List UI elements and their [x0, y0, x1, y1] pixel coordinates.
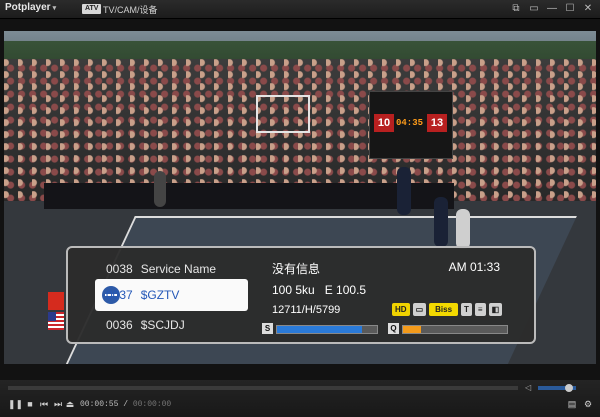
signal-strength-fill: [277, 326, 362, 333]
mini-mode-button[interactable]: ▭: [526, 1, 542, 16]
usa-flag-icon: [48, 312, 64, 330]
osd-clock: AM 01:33: [448, 260, 500, 274]
program-info: 没有信息: [272, 262, 321, 276]
stop-button[interactable]: ■: [24, 398, 36, 410]
service-tags: HD ▭ Biss T ≡ ◧: [392, 303, 503, 316]
video-player: [397, 167, 411, 215]
channel-osd: 0038 Service Name 0037 $GZTV 0036 $SCJDJ 没有…: [66, 246, 536, 344]
frequency-info: 100 5ku E 100.5: [272, 283, 367, 297]
subtitle-icon: ▭: [412, 303, 427, 316]
source-badge: ATV: [82, 4, 102, 14]
time-display: 00:00:55 / 00:00:00: [80, 400, 172, 409]
biss-badge: Biss: [429, 303, 459, 316]
volume-knob[interactable]: [565, 384, 573, 392]
hd-badge: HD: [392, 303, 410, 316]
lock-icon: ◧: [488, 303, 503, 316]
china-flag-icon: [48, 292, 64, 310]
app-name: Potplayer: [5, 2, 51, 13]
window-title: TV/CAM/设备: [103, 5, 158, 15]
transponder-info: 12711/H/5799: [272, 304, 341, 316]
video-backboard: [256, 95, 310, 133]
maximize-button[interactable]: ☐: [562, 1, 578, 16]
close-button[interactable]: ✕: [580, 1, 596, 16]
epg-icon: ≡: [474, 303, 486, 316]
signal-quality-bar: [402, 325, 508, 334]
settings-gear-icon[interactable]: ⚙: [582, 398, 594, 410]
video-player: [154, 171, 166, 207]
scoreboard-home: 10: [374, 114, 394, 132]
signal-strength-label: S: [262, 323, 273, 334]
scoreboard-clock: 04:35: [396, 118, 424, 128]
signal-quality-label: Q: [388, 323, 399, 334]
control-bar: ◁ ❚❚ ■ ⏮ ⏭ ⏏ 00:00:55 / 00:00:00 ▤ ⚙: [0, 380, 600, 417]
channel-item[interactable]: 0038 Service Name: [106, 256, 256, 282]
app-menu-button[interactable]: Potplayer ▾: [5, 2, 56, 13]
signal-strength-bar: [276, 325, 378, 334]
signal-quality-fill: [403, 326, 421, 333]
next-button[interactable]: ⏭: [52, 398, 64, 410]
channel-item-selected[interactable]: 0037 $GZTV: [106, 282, 256, 308]
playlist-button[interactable]: ▤: [566, 398, 578, 410]
pin-button[interactable]: ⧉: [508, 1, 524, 16]
video-sponsor-banner: [44, 183, 454, 209]
language-flags: [48, 292, 66, 330]
scoreboard-away: 13: [427, 114, 447, 132]
volume-icon[interactable]: ◁: [525, 383, 531, 392]
title-bar: Potplayer ▾ ATV TV/CAM/设备 ⧉ ▭ — ☐ ✕: [0, 0, 600, 19]
minimize-button[interactable]: —: [544, 1, 560, 16]
video-player: [434, 197, 448, 247]
video-player: [456, 209, 470, 249]
eject-button[interactable]: ⏏: [64, 398, 76, 410]
teletext-icon: T: [461, 303, 472, 316]
chevron-down-icon: ▾: [52, 5, 57, 12]
play-pause-button[interactable]: ❚❚: [8, 398, 23, 410]
previous-button[interactable]: ⏮: [38, 398, 50, 410]
video-scoreboard: 10 04:35 13: [369, 91, 453, 159]
channel-item[interactable]: 0036 $SCJDJ: [106, 312, 256, 338]
seek-bar[interactable]: [8, 386, 518, 390]
